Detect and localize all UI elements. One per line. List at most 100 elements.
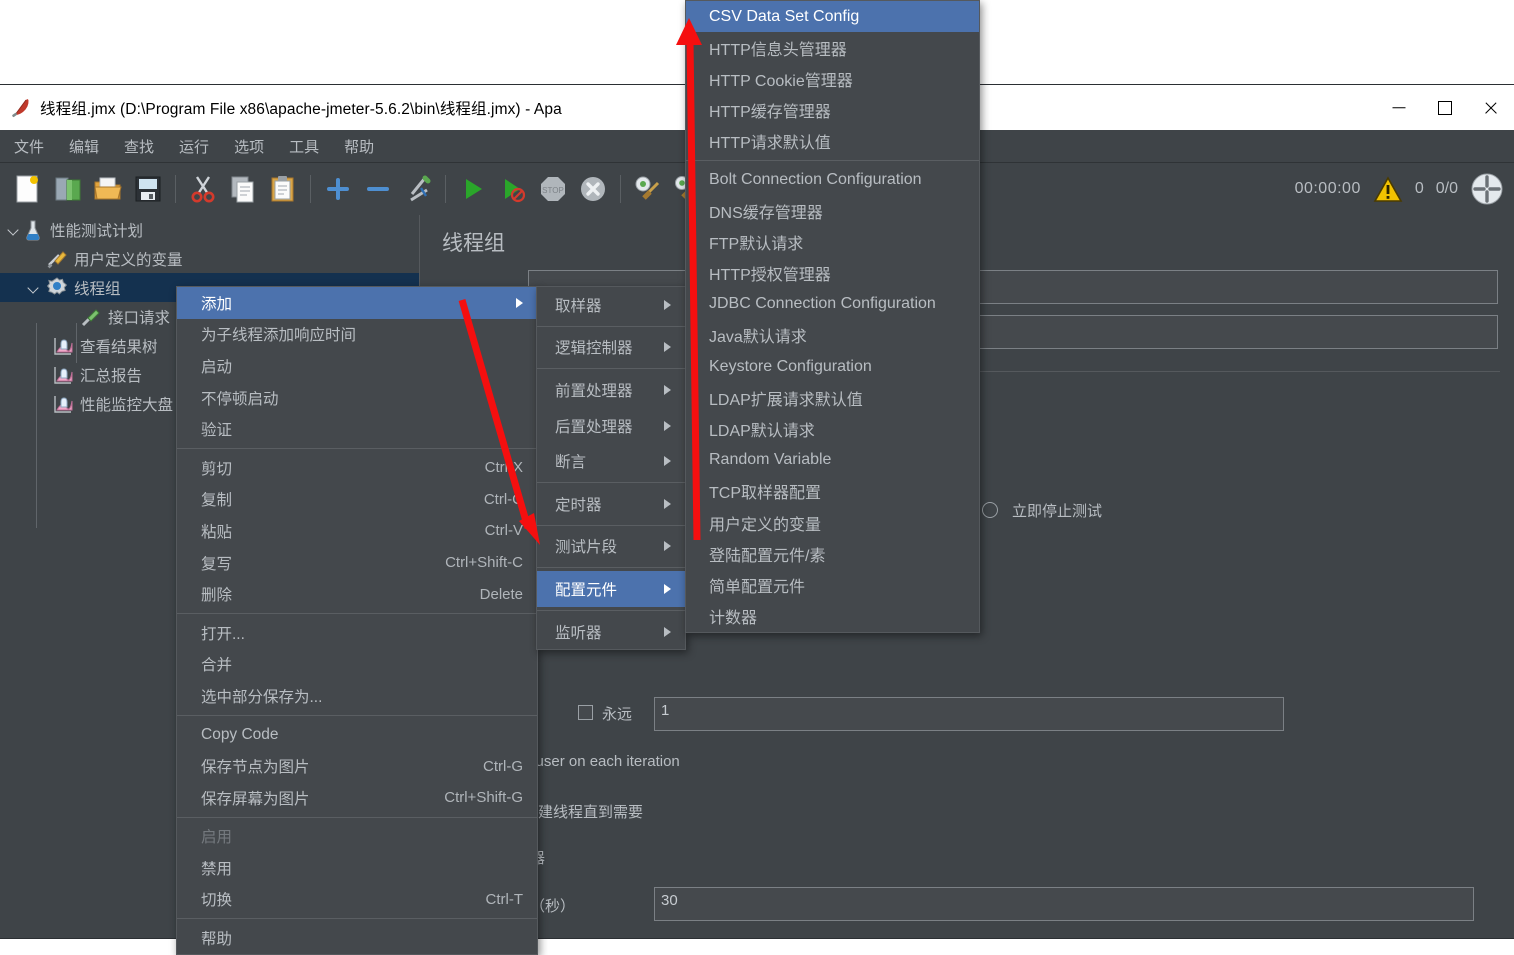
config-submenu-item-java-request-defaults[interactable]: Java默认请求 xyxy=(686,320,979,351)
chevron-down-icon[interactable] xyxy=(26,280,42,296)
context-menu-item-add-think-times[interactable]: 为子线程添加响应时间 xyxy=(177,319,537,351)
config-submenu-item-http-cookie-manager[interactable]: HTTP Cookie管理器 xyxy=(686,63,979,94)
start-no-pause-icon[interactable] xyxy=(495,171,531,207)
warning-triangle-icon[interactable] xyxy=(1373,175,1403,203)
copy-icon[interactable] xyxy=(225,171,261,207)
config-submenu-item-dns-cache-manager[interactable]: DNS缓存管理器 xyxy=(686,195,979,226)
duration-field[interactable]: 30 xyxy=(654,887,1474,921)
toolbar-status-area: 00:00:00 0 0/0 xyxy=(1295,163,1504,215)
add-submenu-item-assertion[interactable]: 断言 xyxy=(537,443,685,479)
add-submenu-item-timer[interactable]: 定时器 xyxy=(537,486,685,522)
menubar-item-search[interactable]: 查找 xyxy=(113,133,165,160)
delay-thread-creation-label: 创建线程直到需要 xyxy=(523,804,644,821)
config-submenu-item-jdbc-connection-configuration[interactable]: JDBC Connection Configuration xyxy=(686,289,979,320)
context-menu-item-toggle[interactable]: 切换 Ctrl-T xyxy=(177,884,537,916)
menu-separator xyxy=(177,447,537,449)
add-submenu-item-sampler[interactable]: 取样器 xyxy=(537,287,685,323)
config-submenu-item-http-cache-manager[interactable]: HTTP缓存管理器 xyxy=(686,95,979,126)
config-submenu-item-counter[interactable]: 计数器 xyxy=(686,601,979,632)
config-submenu-item-ldap-extended-request-defaults[interactable]: LDAP扩展请求默认值 xyxy=(686,382,979,413)
maximize-button[interactable] xyxy=(1422,85,1468,130)
loop-count-field[interactable]: 1 xyxy=(654,697,1284,731)
context-menu-item-copy-code[interactable]: Copy Code xyxy=(177,719,537,751)
context-menu-item-open[interactable]: 打开... xyxy=(177,617,537,649)
menubar-item-file[interactable]: 文件 xyxy=(3,133,55,160)
menubar-item-run[interactable]: 运行 xyxy=(168,133,220,160)
thread-group-icon xyxy=(46,276,68,299)
context-menu-item-merge[interactable]: 合并 xyxy=(177,649,537,681)
config-submenu-item-simple-config-element[interactable]: 简单配置元件 xyxy=(686,569,979,600)
add-submenu-item-post-processor[interactable]: 后置处理器 xyxy=(537,408,685,444)
close-button[interactable] xyxy=(1468,85,1514,130)
stop-icon[interactable]: STOP xyxy=(535,171,571,207)
menubar-item-edit[interactable]: 编辑 xyxy=(58,133,110,160)
context-menu-item-duplicate[interactable]: 复写 Ctrl+Shift-C xyxy=(177,547,537,579)
start-icon[interactable] xyxy=(455,171,491,207)
config-submenu-item-http-authorization-manager[interactable]: HTTP授权管理器 xyxy=(686,258,979,289)
new-icon[interactable] xyxy=(10,171,46,207)
chevron-right-icon xyxy=(664,420,671,431)
context-menu-item-copy[interactable]: 复制 Ctrl-C xyxy=(177,484,537,516)
context-menu-item-remove[interactable]: 删除 Delete xyxy=(177,578,537,610)
config-submenu-item-ldap-request-defaults[interactable]: LDAP默认请求 xyxy=(686,413,979,444)
config-submenu-item-http-header-manager[interactable]: HTTP信息头管理器 xyxy=(686,32,979,63)
menubar-item-tools[interactable]: 工具 xyxy=(278,133,330,160)
config-element-submenu[interactable]: CSV Data Set Config HTTP信息头管理器 HTTP Cook… xyxy=(685,0,980,633)
add-submenu-item-listener[interactable]: 监听器 xyxy=(537,614,685,650)
chevron-right-icon xyxy=(664,342,671,353)
config-submenu-item-login-config-element[interactable]: 登陆配置元件/素 xyxy=(686,538,979,569)
tree-node-user-variables[interactable]: 用户定义的变量 xyxy=(0,244,419,273)
menubar-item-help[interactable]: 帮助 xyxy=(333,133,385,160)
context-menu-item-save-node-as-image[interactable]: 保存节点为图片 Ctrl-G xyxy=(177,750,537,782)
config-submenu-item-bolt-connection-configuration[interactable]: Bolt Connection Configuration xyxy=(686,164,979,195)
context-menu-item-start-no-pauses[interactable]: 不停顿启动 xyxy=(177,382,537,414)
toggle-icon[interactable] xyxy=(400,171,436,207)
open-icon[interactable] xyxy=(90,171,126,207)
menubar-item-options[interactable]: 选项 xyxy=(223,133,275,160)
cut-icon[interactable] xyxy=(185,171,221,207)
listener-icon xyxy=(52,393,74,415)
config-submenu-item-user-defined-variables[interactable]: 用户定义的变量 xyxy=(686,507,979,538)
context-menu-item-save-selection-as[interactable]: 选中部分保存为... xyxy=(177,680,537,712)
tree-context-menu[interactable]: 添加 为子线程添加响应时间 启动 不停顿启动 验证 剪切 Ctrl-X 复制 Ctr… xyxy=(176,286,538,955)
chevron-right-icon xyxy=(664,583,671,594)
add-submenu-item-pre-processor[interactable]: 前置处理器 xyxy=(537,372,685,408)
config-submenu-item-keystore-configuration[interactable]: Keystore Configuration xyxy=(686,351,979,382)
http-sampler-icon xyxy=(80,306,102,328)
toolbar-separator xyxy=(620,175,621,203)
tree-node-test-plan[interactable]: 性能测试计划 xyxy=(0,215,419,244)
config-submenu-item-ftp-request-defaults[interactable]: FTP默认请求 xyxy=(686,226,979,257)
chevron-right-icon xyxy=(516,297,523,308)
collapse-icon[interactable] xyxy=(360,171,396,207)
context-menu-item-help[interactable]: 帮助 xyxy=(177,922,537,954)
context-menu-item-disable[interactable]: 禁用 xyxy=(177,852,537,884)
loop-forever-checkbox[interactable] xyxy=(578,705,593,720)
context-menu-item-add[interactable]: 添加 xyxy=(177,287,537,319)
svg-text:STOP: STOP xyxy=(542,186,564,195)
config-submenu-item-tcp-sampler-config[interactable]: TCP取样器配置 xyxy=(686,476,979,507)
minimize-button[interactable] xyxy=(1376,85,1422,130)
paste-icon[interactable] xyxy=(265,171,301,207)
expand-icon[interactable] xyxy=(320,171,356,207)
config-submenu-item-http-request-defaults[interactable]: HTTP请求默认值 xyxy=(686,126,979,157)
config-submenu-item-csv-data-set-config[interactable]: CSV Data Set Config xyxy=(686,1,979,33)
context-menu-item-save-screen-as-image[interactable]: 保存屏幕为图片 Ctrl+Shift-G xyxy=(177,782,537,814)
add-submenu[interactable]: 取样器 逻辑控制器 前置处理器 后置处理器 断言 定时器 测试片段 配置元件 监… xyxy=(536,286,686,651)
toolbar-separator xyxy=(445,175,446,203)
stop-test-now-radio[interactable] xyxy=(982,502,998,518)
context-menu-item-start[interactable]: 启动 xyxy=(177,350,537,382)
add-submenu-item-config-element[interactable]: 配置元件 xyxy=(537,571,685,607)
add-submenu-item-logic-controller[interactable]: 逻辑控制器 xyxy=(537,330,685,366)
shutdown-icon[interactable] xyxy=(575,171,611,207)
clear-icon[interactable] xyxy=(630,171,666,207)
templates-icon[interactable] xyxy=(50,171,86,207)
context-menu-item-validate[interactable]: 验证 xyxy=(177,413,537,445)
config-submenu-item-random-variable[interactable]: Random Variable xyxy=(686,445,979,476)
add-submenu-item-test-fragment[interactable]: 测试片段 xyxy=(537,529,685,565)
menu-separator xyxy=(177,918,537,920)
context-menu-item-cut[interactable]: 剪切 Ctrl-X xyxy=(177,452,537,484)
chevron-down-icon[interactable] xyxy=(6,222,22,238)
context-menu-item-paste[interactable]: 粘贴 Ctrl-V xyxy=(177,515,537,547)
save-icon[interactable] xyxy=(130,171,166,207)
chevron-right-icon xyxy=(664,384,671,395)
